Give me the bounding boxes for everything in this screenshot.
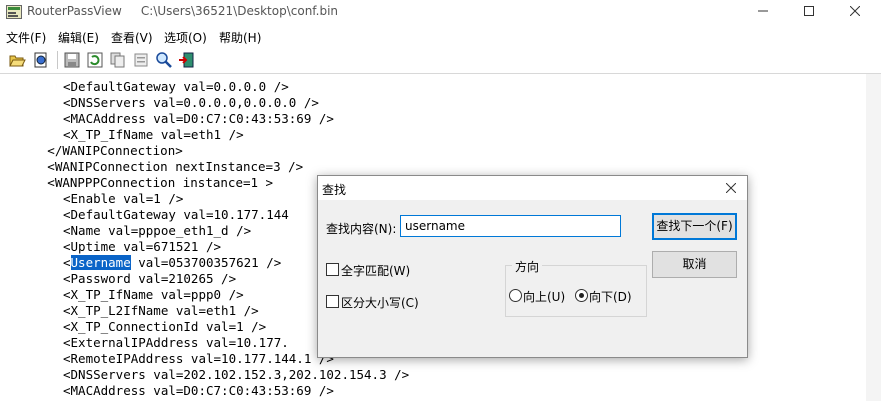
code-line: <Uptime val=671521 /> (63, 239, 222, 254)
minimize-button[interactable] (740, 0, 786, 24)
save-icon[interactable] (63, 51, 81, 69)
code-line: <Name val=pppoe_eth1_d /> (63, 223, 252, 238)
code-line: <Username val=053700357621 /> (63, 255, 281, 271)
refresh-icon[interactable] (86, 51, 104, 69)
menu-view[interactable]: 查看(V) (111, 29, 153, 46)
radio-selected-dot (579, 293, 584, 298)
menu-options[interactable]: 选项(O) (164, 29, 207, 46)
toolbar (0, 47, 881, 74)
whole-word-label: 全字匹配(W) (341, 264, 411, 278)
code-line: <MACAddress val=D0:C7:C0:43:53:69 /> (63, 111, 334, 126)
close-icon (849, 5, 861, 17)
menu-help[interactable]: 帮助(H) (219, 29, 261, 46)
vertical-scrollbar[interactable] (866, 74, 881, 401)
find-icon[interactable] (155, 51, 173, 69)
code-line: <DefaultGateway val=0.0.0.0 /> (63, 79, 289, 94)
code-line: <X_TP_L2IfName val=eth1 /> (63, 303, 259, 318)
code-line: <WANPPPConnection instance=1 > (47, 175, 274, 190)
code-text: < (63, 255, 71, 270)
menu-bar: 文件(F) 编辑(E) 查看(V) 选项(O) 帮助(H) (0, 26, 881, 46)
app-icon (6, 5, 22, 19)
match-case-label: 区分大小写(C) (341, 296, 419, 310)
exit-icon[interactable] (178, 51, 196, 69)
title-bar: RouterPassView C:\Users\36521\Desktop\co… (0, 0, 881, 24)
properties-icon[interactable] (132, 51, 150, 69)
search-match-highlight: Username (70, 255, 131, 270)
direction-down-radio[interactable] (575, 289, 588, 302)
open-file-icon[interactable] (32, 51, 50, 69)
code-line: <DNSServers val=202.102.152.3,202.102.15… (63, 367, 410, 382)
code-line: <WANIPConnection nextInstance=3 /> (47, 159, 304, 174)
minimize-icon (758, 10, 768, 12)
find-next-button[interactable]: 查找下一个(F) (652, 213, 737, 240)
code-line: <Password val=210265 /> (63, 271, 237, 286)
direction-down-label: 向下(D) (589, 290, 632, 304)
close-icon (725, 182, 737, 194)
direction-group-title: 方向 (512, 258, 543, 275)
dialog-title: 查找 (322, 183, 347, 197)
code-text: val=053700357621 /> (130, 255, 282, 270)
dialog-close-button[interactable] (721, 178, 741, 197)
menu-file[interactable]: 文件(F) (6, 29, 46, 46)
find-what-label: 查找内容(N): (326, 222, 397, 236)
code-line: <MACAddress val=D0:C7:C0:43:53:69 /> (63, 383, 334, 398)
code-line: <ExternalIPAddress val=10.177. (63, 335, 289, 350)
code-line: <DefaultGateway val=10.177.144 (63, 207, 289, 222)
copy-icon[interactable] (109, 51, 127, 69)
close-button[interactable] (832, 0, 878, 24)
code-line: <X_TP_ConnectionId val=1 /> (63, 319, 267, 334)
code-line: <X_TP_IfName val=ppp0 /> (63, 287, 244, 302)
code-line: <Enable val=1 /> (63, 191, 184, 206)
cancel-button[interactable]: 取消 (652, 251, 737, 278)
code-line: </WANIPConnection> (47, 143, 183, 158)
whole-word-checkbox[interactable] (326, 263, 339, 276)
open-folder-icon[interactable] (8, 51, 26, 69)
code-line: <X_TP_IfName val=eth1 /> (63, 127, 244, 142)
code-line: <RemoteIPAddress val=10.177.144.1 /> (63, 351, 334, 366)
toolbar-separator (57, 51, 58, 69)
match-case-checkbox[interactable] (326, 295, 339, 308)
window-title: RouterPassView C:\Users\36521\Desktop\co… (27, 4, 339, 18)
find-dialog: 查找 查找内容(N): 查找下一个(F) 取消 全字匹配(W) 区分大小写(C)… (317, 175, 748, 358)
direction-up-radio[interactable] (509, 289, 522, 302)
menu-edit[interactable]: 编辑(E) (58, 29, 99, 46)
maximize-button[interactable] (786, 0, 832, 24)
maximize-icon (804, 6, 814, 16)
code-line: <DNSServers val=0.0.0.0,0.0.0.0 /> (63, 95, 319, 110)
find-what-input[interactable] (400, 215, 621, 237)
direction-up-label: 向上(U) (523, 290, 566, 304)
dialog-title-bar: 查找 (318, 176, 747, 200)
